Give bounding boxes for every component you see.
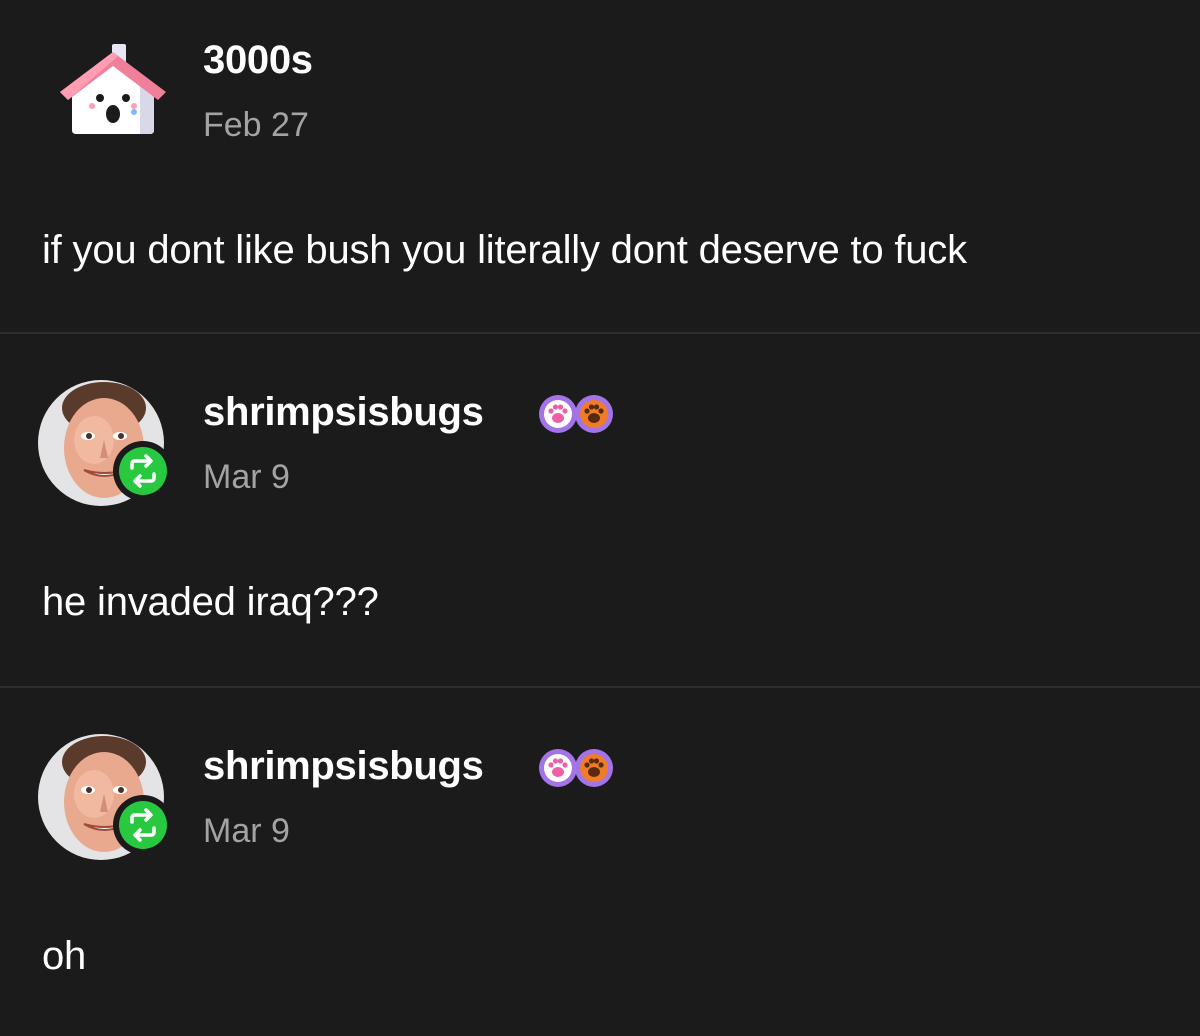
reblog-icon [113, 795, 173, 855]
post-username[interactable]: shrimpsisbugs [203, 744, 484, 789]
user-badges [538, 394, 613, 434]
post-username[interactable]: 3000s [203, 38, 313, 83]
reblog-badge [112, 440, 174, 502]
avatar[interactable] [48, 30, 178, 160]
post-username[interactable]: shrimpsisbugs [203, 390, 484, 435]
post-reblog: shrimpsisbugs Mar 9 oh [0, 688, 1200, 1036]
paw-badge-orange-icon[interactable] [574, 394, 614, 434]
post-date[interactable]: Mar 9 [203, 812, 290, 851]
post-date[interactable]: Feb 27 [203, 106, 309, 145]
post-body-text: oh [42, 934, 87, 978]
paw-badge-pink-icon[interactable] [538, 394, 578, 434]
post-body-text: he invaded iraq??? [42, 580, 379, 624]
house-icon [60, 44, 166, 134]
user-badges [538, 748, 613, 788]
paw-badge-pink-icon[interactable] [538, 748, 578, 788]
post-original: 3000s Feb 27 if you dont like bush you l… [0, 0, 1200, 333]
reblog-icon [113, 441, 173, 501]
post-body-text: if you dont like bush you literally dont… [42, 228, 967, 272]
reblog-badge [112, 794, 174, 856]
post-reblog: shrimpsisbugs Mar 9 he invaded iraq??? [0, 334, 1200, 686]
paw-badge-orange-icon[interactable] [574, 748, 614, 788]
post-date[interactable]: Mar 9 [203, 458, 290, 497]
